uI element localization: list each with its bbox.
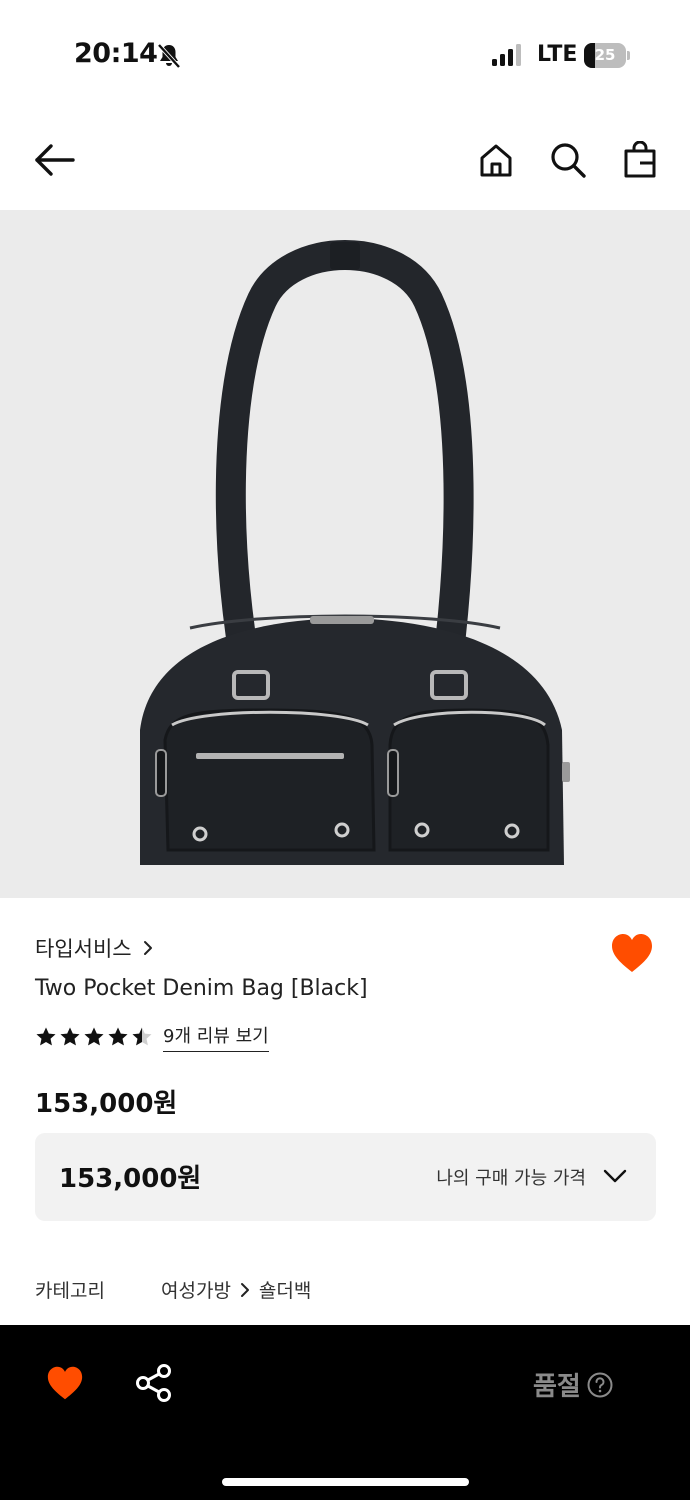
star-icon xyxy=(108,1027,128,1046)
soldout-status: 품절 xyxy=(533,1366,613,1403)
category-row: 카테고리 여성가방 숄더백 xyxy=(35,1276,311,1303)
shopping-bag-icon xyxy=(624,141,656,178)
purchasable-price-dropdown[interactable]: 153,000원 나의 구매 가능 가격 xyxy=(35,1133,656,1221)
back-button[interactable] xyxy=(32,138,76,182)
bottom-action-bar xyxy=(0,1325,690,1500)
home-indicator xyxy=(222,1478,469,1486)
heart-icon[interactable] xyxy=(46,1365,84,1401)
cart-button[interactable] xyxy=(618,138,662,182)
signal-icon xyxy=(492,44,521,66)
product-name: Two Pocket Denim Bag [Black] xyxy=(35,976,368,1001)
chevron-right-icon xyxy=(143,941,152,955)
battery-icon: 25 xyxy=(584,43,630,68)
brand-name: 타입서비스 xyxy=(35,937,132,961)
purchasable-price-value: 153,000원 xyxy=(59,1164,202,1194)
product-price: 153,000원 xyxy=(35,1089,178,1119)
bell-muted-icon xyxy=(157,43,181,69)
star-icon xyxy=(132,1027,152,1046)
chevron-right-icon xyxy=(240,1282,249,1297)
product-image[interactable] xyxy=(0,210,690,898)
help-icon[interactable] xyxy=(587,1372,613,1398)
star-icon xyxy=(36,1027,56,1046)
star-icon xyxy=(84,1027,104,1046)
status-bar: 20:14 LTE 25 xyxy=(0,0,690,110)
search-icon xyxy=(551,143,586,178)
soldout-label: 품절 xyxy=(533,1372,581,1402)
status-time: 20:14 xyxy=(74,38,158,69)
home-button[interactable] xyxy=(474,138,518,182)
category-label: 카테고리 xyxy=(35,1280,105,1302)
home-icon xyxy=(480,144,512,177)
network-type: LTE xyxy=(537,42,578,67)
star-icon xyxy=(60,1027,80,1046)
rating-row: 9개 리뷰 보기 xyxy=(35,1022,269,1052)
category-level-2[interactable]: 숄더백 xyxy=(259,1276,311,1303)
bag-illustration xyxy=(140,240,570,865)
category-level-1[interactable]: 여성가방 xyxy=(161,1276,231,1303)
top-nav-bar xyxy=(0,120,690,200)
arrow-left-icon xyxy=(35,144,75,176)
category-breadcrumb: 여성가방 숄더백 xyxy=(161,1276,311,1303)
purchasable-price-label: 나의 구매 가능 가격 xyxy=(436,1168,586,1189)
review-link[interactable]: 9개 리뷰 보기 xyxy=(163,1022,269,1052)
rating-stars xyxy=(35,1026,153,1048)
search-button[interactable] xyxy=(546,138,590,182)
brand-link[interactable]: 타입서비스 xyxy=(35,933,154,963)
share-icon[interactable] xyxy=(134,1363,174,1403)
battery-level: 25 xyxy=(594,46,616,64)
wishlist-heart-icon[interactable] xyxy=(610,932,654,976)
chevron-down-icon xyxy=(603,1169,627,1183)
